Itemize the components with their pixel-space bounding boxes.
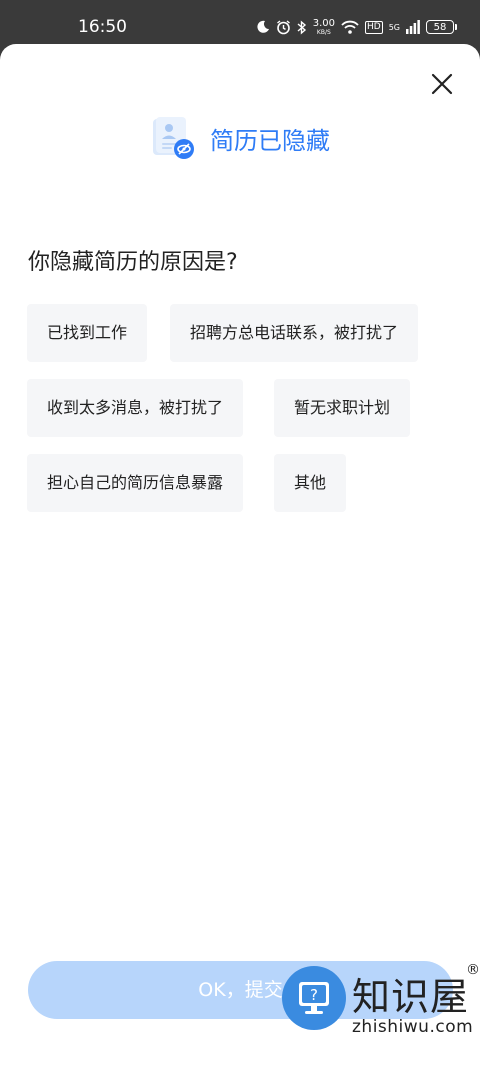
- watermark: ? 知识屋 ® zhishiwu.com: [282, 962, 480, 1072]
- network-speed: 3.00 KB/S: [312, 17, 335, 36]
- alarm-icon: [276, 19, 290, 34]
- watermark-name: 知识屋: [352, 975, 470, 1019]
- signal-icon: [406, 20, 420, 34]
- reason-privacy-concern[interactable]: 担心自己的简历信息暴露: [27, 454, 244, 512]
- moon-icon: [257, 20, 269, 33]
- reason-too-many-messages[interactable]: 收到太多消息，被打扰了: [27, 379, 244, 437]
- close-icon[interactable]: [428, 70, 456, 98]
- status-bar: 16:50 3.00 KB/S HD 5G 58: [0, 0, 480, 44]
- bottom-sheet: 简历已隐藏 你隐藏简历的原因是? 已找到工作 招聘方总电话联系，被打扰了 收到太…: [0, 44, 480, 1072]
- speed-value: 3.00: [312, 17, 335, 29]
- wifi-icon: [341, 20, 359, 34]
- hd-badge: HD: [365, 20, 383, 34]
- registered-mark: ®: [466, 962, 480, 978]
- status-icons: 3.00 KB/S HD 5G 58: [256, 17, 457, 37]
- page-title: 简历已隐藏: [210, 126, 330, 155]
- watermark-url: zhishiwu.com: [352, 1017, 474, 1037]
- battery-indicator: 58: [426, 20, 457, 34]
- header: 简历已隐藏: [150, 114, 330, 162]
- question-label: 你隐藏简历的原因是?: [28, 250, 238, 275]
- help-monitor-icon: ?: [299, 982, 329, 1014]
- network-type: 5G: [388, 22, 400, 32]
- resume-hidden-icon: [153, 117, 194, 159]
- reason-recruiter-calls[interactable]: 招聘方总电话联系，被打扰了: [170, 304, 419, 362]
- svg-text:?: ?: [310, 986, 318, 1004]
- status-time: 16:50: [78, 17, 127, 37]
- bluetooth-icon: [297, 19, 306, 35]
- reason-found-job[interactable]: 已找到工作: [27, 304, 148, 362]
- reason-other[interactable]: 其他: [274, 454, 347, 512]
- speed-unit: KB/S: [316, 28, 331, 36]
- reason-no-job-plan[interactable]: 暂无求职计划: [274, 379, 411, 437]
- watermark-logo: ?: [282, 966, 346, 1030]
